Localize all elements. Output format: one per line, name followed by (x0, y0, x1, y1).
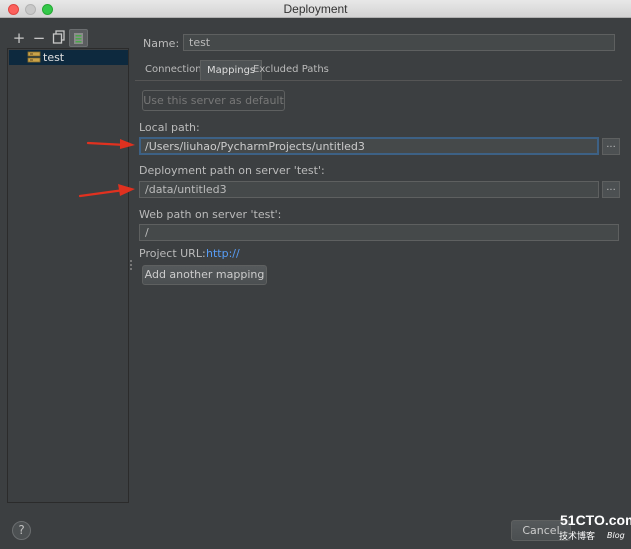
watermark-sub: 技术博客 (559, 532, 596, 542)
annotation-arrow-icon (86, 139, 135, 149)
deployment-path-input[interactable] (139, 181, 599, 198)
sftp-server-icon (27, 51, 41, 63)
title-bar: Deployment (0, 0, 631, 18)
name-input[interactable] (183, 34, 615, 51)
add-mapping-button[interactable]: Add another mapping (142, 265, 267, 285)
web-path-input[interactable] (139, 224, 619, 241)
project-url-label: Project URL: (139, 247, 206, 260)
watermark: 51CTO.com 技术博客 Blog (556, 512, 631, 546)
deployment-path-browse-button[interactable]: ... (602, 181, 620, 198)
web-path-label: Web path on server 'test': (139, 208, 282, 221)
tab-connection[interactable]: Connection (139, 60, 208, 81)
tab-excluded-paths[interactable]: Excluded Paths (247, 60, 335, 81)
use-as-default-button[interactable]: Use this server as default (142, 90, 285, 111)
local-path-label: Local path: (139, 121, 200, 134)
watermark-blog: Blog (607, 531, 625, 540)
window-title: Deployment (283, 2, 348, 16)
name-label: Name: (143, 37, 180, 50)
local-path-input[interactable] (139, 137, 599, 155)
local-path-browse-button[interactable]: ... (602, 138, 620, 155)
copy-server-button[interactable] (51, 30, 67, 46)
deployment-path-label: Deployment path on server 'test': (139, 164, 325, 177)
annotation-arrow-icon (78, 184, 135, 198)
use-as-default-toolbar-button[interactable] (69, 29, 88, 47)
project-url-link[interactable]: http:// (206, 247, 240, 260)
server-list-item-label: test (43, 51, 65, 64)
tab-divider (135, 80, 622, 81)
default-server-icon (74, 33, 83, 44)
server-list[interactable]: test (7, 48, 129, 503)
splitter-handle[interactable] (130, 260, 133, 272)
help-button[interactable]: ? (12, 521, 31, 540)
copy-icon (52, 30, 65, 44)
server-list-item[interactable]: test (9, 50, 128, 65)
add-server-button[interactable]: + (11, 30, 27, 46)
remove-server-button[interactable]: − (31, 30, 47, 46)
watermark-main: 51CTO.com (560, 512, 631, 528)
